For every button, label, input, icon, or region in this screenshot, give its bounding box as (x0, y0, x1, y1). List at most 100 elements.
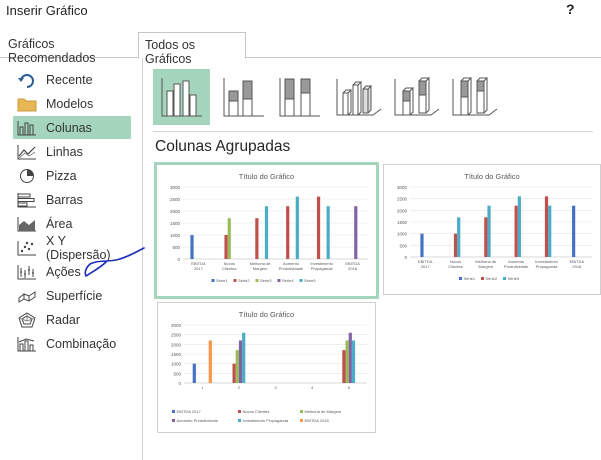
tab-recommended-charts[interactable]: Gráficos Recomendados (2, 32, 138, 65)
legend-swatch (277, 279, 281, 282)
legend-swatch (255, 279, 259, 282)
y-tick-label: 2000 (171, 342, 182, 347)
window-title: Inserir Gráfico (6, 3, 88, 18)
x-tick-label: Produtividade (504, 264, 529, 269)
3d-clustered-column-icon[interactable] (329, 69, 386, 125)
sidebar-item-label: Linhas (46, 144, 83, 159)
tab-strip: Gráficos Recomendados Todos os Gráficos (0, 32, 601, 66)
3d-stacked-100-column-icon[interactable] (445, 69, 502, 125)
legend-swatch (172, 410, 175, 413)
column-chart-icon (17, 120, 37, 136)
bar (208, 340, 212, 383)
x-tick-label: Clientes (222, 266, 236, 271)
clustered-column-icon[interactable] (153, 69, 210, 125)
sidebar-item-templates[interactable]: Modelos (13, 92, 131, 115)
legend-swatch (459, 277, 462, 280)
sidebar-item-label: Colunas (46, 120, 92, 135)
sidebar-item-label: Recente (46, 72, 93, 87)
sidebar-item-stock[interactable]: Ações (13, 260, 131, 283)
bar (342, 350, 346, 383)
legend-label: Novos Clientes (243, 409, 270, 414)
chart-subtype-row (153, 69, 593, 125)
3d-stacked-column-icon[interactable] (387, 69, 444, 125)
chart-title: Título do Gráfico (239, 310, 294, 319)
bar (255, 218, 259, 259)
surface-chart-icon (17, 288, 37, 304)
bar (514, 205, 518, 257)
separator (153, 131, 593, 132)
bar (242, 332, 246, 383)
y-tick-label: 1500 (170, 221, 181, 226)
chart-preview-1[interactable]: Título do Gráfico 0 500 1000 1500 2000 2500 300… (154, 162, 379, 299)
legend-label: Aumento Produtividade (177, 418, 219, 423)
legend-label: Melhoria de Margem (305, 409, 342, 414)
tab-all-charts[interactable]: Todos os Gráficos (138, 32, 246, 66)
bar (345, 340, 349, 383)
legend-swatch (238, 410, 241, 413)
x-tick-label: Propaganda (536, 264, 559, 269)
sidebar-item-scatter[interactable]: X Y (Dispersão) (13, 233, 131, 262)
help-button[interactable]: ? (566, 1, 575, 17)
sidebar-item-bar[interactable]: Barras (13, 188, 131, 211)
legend-label: EBITDA 2018 (305, 418, 330, 423)
stacked-100-column-icon[interactable] (271, 69, 328, 125)
legend-swatch (503, 277, 506, 280)
recent-icon (17, 72, 37, 88)
x-tick-label: Clientes (448, 264, 462, 269)
bar (420, 233, 424, 257)
x-tick-label: 2017 (421, 264, 431, 269)
sidebar-item-radar[interactable]: Radar (13, 308, 131, 331)
y-tick-label: 0 (178, 381, 181, 386)
legend-label: Série1 (464, 276, 476, 281)
legend-label: Série5 (304, 278, 316, 283)
y-tick-label: 1500 (397, 220, 408, 225)
bar (295, 196, 299, 259)
chart-preview-2[interactable]: Título do Gráfico 0 500 1000 1500 2000 2500 300… (383, 164, 601, 295)
line-chart-icon (17, 144, 37, 160)
y-tick-label: 0 (177, 257, 180, 262)
chart-preview-3[interactable]: Título do Gráfico 0 500 1000 1500 2000 2500 300… (157, 302, 376, 433)
legend-swatch (238, 419, 241, 422)
y-tick-label: 2500 (171, 333, 182, 338)
stacked-column-icon[interactable] (215, 69, 272, 125)
sidebar-item-pie[interactable]: Pizza (13, 164, 131, 187)
chart-preview-1-svg: Título do Gráfico 0 500 1000 1500 2000 2500 300… (170, 172, 368, 283)
sidebar-item-column[interactable]: Colunas (13, 116, 131, 139)
y-tick-label: 1000 (397, 232, 408, 237)
y-tick-label: 2500 (170, 197, 181, 202)
sidebar-item-recent[interactable]: Recente (13, 68, 131, 91)
sidebar-item-label: Área (46, 216, 73, 231)
bar (517, 196, 521, 257)
y-tick-label: 2000 (170, 209, 181, 214)
legend-swatch (481, 277, 484, 280)
x-tick-label: Margem (253, 266, 268, 271)
legend-swatch (172, 419, 175, 422)
x-tick-label: Margem (478, 264, 493, 269)
y-tick-label: 1500 (171, 352, 182, 357)
chart-preview-3-svg: Título do Gráfico 0 500 1000 1500 2000 2500 300… (171, 310, 367, 423)
bar (190, 235, 194, 259)
sidebar-item-combo[interactable]: Combinação (13, 332, 131, 355)
y-tick-label: 500 (399, 243, 407, 248)
bar (316, 196, 321, 259)
x-tick-label: 2017 (194, 266, 204, 271)
legend-label: Série1 (216, 278, 228, 283)
legend-label: Série3 (260, 278, 272, 283)
x-tick-label: 2018 (572, 264, 582, 269)
bar (232, 363, 236, 383)
bar (484, 217, 488, 257)
bar (572, 205, 576, 257)
sidebar-item-line[interactable]: Linhas (13, 140, 131, 163)
bar (238, 340, 243, 383)
sidebar-item-surface[interactable]: Superfície (13, 284, 131, 307)
sidebar-item-area[interactable]: Área (13, 212, 131, 235)
y-tick-label: 2500 (397, 197, 408, 202)
sidebar-item-label: X Y (Dispersão) (46, 233, 111, 262)
x-tick-label: Produtividade (279, 266, 304, 271)
y-tick-label: 3000 (171, 323, 182, 328)
bar (227, 218, 231, 259)
legend-label: Série2 (238, 278, 250, 283)
bar (224, 235, 228, 259)
chart-type-sidebar: Recente Modelos Colunas Linhas Pizza Bar… (0, 58, 143, 460)
x-tick-label: 3 (274, 385, 277, 390)
